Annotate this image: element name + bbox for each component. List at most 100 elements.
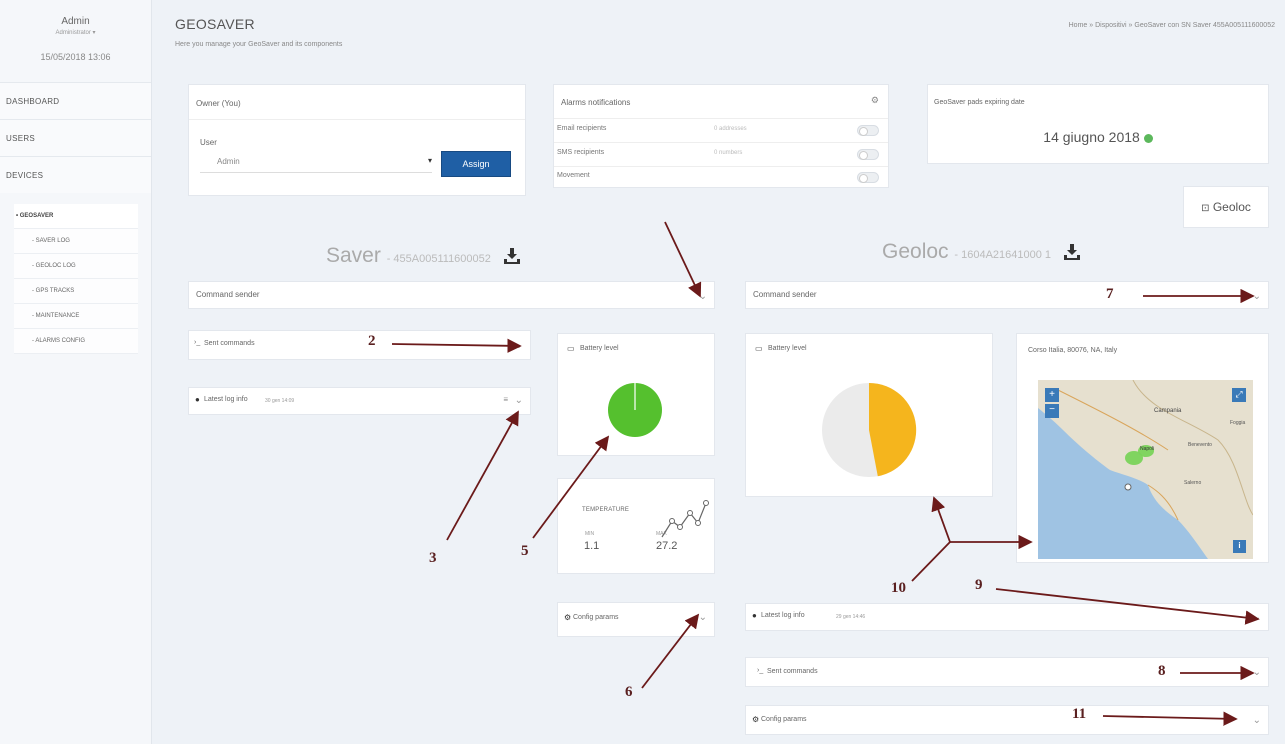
alarm-row-label: SMS recipients bbox=[557, 149, 605, 156]
list-icon[interactable]: ≡ bbox=[503, 395, 508, 404]
breadcrumb[interactable]: Home » Dispositivi » GeoSaver con SN Sav… bbox=[1069, 22, 1275, 29]
geoloc-name: Geoloc bbox=[882, 240, 949, 263]
nav-saver-log[interactable]: - SAVER LOG bbox=[14, 229, 138, 254]
user-block: Admin Administrator ▾ 15/05/2018 13:06 bbox=[0, 0, 151, 82]
user-label: User bbox=[200, 138, 217, 147]
current-date: 15/05/2018 13:06 bbox=[40, 52, 111, 62]
geoloc-latest-log[interactable]: ● Latest log info 29 gen 14:46 ⌄ bbox=[745, 603, 1269, 631]
saver-title: Saver - 455A005111600052 bbox=[326, 244, 521, 268]
annotation-label: 7 bbox=[1106, 286, 1114, 302]
chevron-down-icon[interactable]: ⌄ bbox=[1253, 612, 1261, 623]
config-params-label: Config params bbox=[761, 716, 807, 723]
zoom-out-button[interactable]: − bbox=[1045, 404, 1059, 418]
user-role: Administrator bbox=[55, 30, 91, 36]
saver-temperature-panel: TEMPERATURE MIN 1.1 MAX 27.2 bbox=[557, 478, 715, 574]
page-subtitle: Here you manage your GeoSaver and its co… bbox=[175, 41, 343, 48]
chevron-down-icon[interactable]: ⌄ bbox=[1253, 667, 1261, 678]
alarms-panel: Alarms notifications ⚙ Email recipients … bbox=[553, 84, 889, 188]
movement-toggle[interactable] bbox=[857, 172, 879, 183]
user-select[interactable]: Admin ▾ bbox=[200, 153, 432, 173]
sent-commands-label: Sent commands bbox=[204, 340, 255, 347]
nav-dashboard[interactable]: DASHBOARD bbox=[0, 82, 151, 119]
geoloc-serial: - 1604A21641000 1 bbox=[954, 249, 1052, 261]
battery-icon: ▭ bbox=[755, 344, 763, 353]
expiry-date: 14 giugno 2018 bbox=[928, 129, 1268, 145]
temp-min-value: 1.1 bbox=[584, 540, 600, 552]
temp-min-label: MIN bbox=[585, 531, 595, 537]
annotation-label: 11 bbox=[1072, 706, 1087, 722]
download-icon[interactable] bbox=[503, 247, 521, 265]
annotation-label: 3 bbox=[429, 550, 437, 566]
saver-serial: - 455A005111600052 bbox=[386, 253, 491, 265]
map-view[interactable]: Campania Benevento Foggia Napoli Salerno… bbox=[1038, 380, 1253, 559]
saver-battery-pie bbox=[608, 383, 662, 437]
geoloc-config-params[interactable]: ⚙ Config params ⌄ bbox=[745, 705, 1269, 735]
expiry-panel-title: GeoSaver pads expiring date bbox=[934, 99, 1025, 106]
annotation-label: 6 bbox=[625, 684, 633, 700]
sms-toggle[interactable] bbox=[857, 149, 879, 160]
chevron-down-icon[interactable]: ⌄ bbox=[1253, 715, 1261, 726]
expiry-date-text: 14 giugno 2018 bbox=[1043, 129, 1140, 145]
latest-log-label: Latest log info bbox=[761, 612, 805, 619]
command-sender-label: Command sender bbox=[196, 290, 260, 299]
geoloc-button-label: Geoloc bbox=[1212, 200, 1251, 214]
owner-panel-title: Owner (You) bbox=[196, 99, 241, 108]
map-terrain bbox=[1038, 380, 1253, 559]
download-icon[interactable] bbox=[1063, 243, 1081, 261]
saver-latest-log[interactable]: ● Latest log info 30 gen 14:09 ≡ ⌄ bbox=[188, 387, 531, 415]
geoloc-map-panel: Corso Italia, 80076, NA, Italy Campania … bbox=[1016, 333, 1269, 563]
chevron-down-icon[interactable]: ⌄ bbox=[1253, 291, 1261, 302]
map-label: Salerno bbox=[1184, 480, 1202, 486]
chevron-down-icon[interactable]: ⌄ bbox=[699, 291, 707, 302]
alarm-row-value: 0 numbers bbox=[714, 150, 743, 156]
chevron-down-icon[interactable]: ⌄ bbox=[515, 395, 523, 406]
assign-label: Assign bbox=[462, 159, 490, 169]
saver-config-params[interactable]: ⚙ Config params ⌄ bbox=[557, 602, 715, 637]
map-label: Napoli bbox=[1140, 446, 1155, 452]
annotation-label: 9 bbox=[975, 577, 983, 593]
map-label: Benevento bbox=[1188, 442, 1212, 448]
email-toggle[interactable] bbox=[857, 125, 879, 136]
saver-command-sender[interactable]: Command sender ⌄ bbox=[188, 281, 715, 309]
user-role-dropdown[interactable]: Administrator ▾ bbox=[0, 29, 151, 36]
geoloc-sent-commands[interactable]: ›_ Sent commands ⌄ bbox=[745, 657, 1269, 687]
user-name[interactable]: Admin bbox=[0, 16, 151, 27]
map-info-button[interactable]: i bbox=[1233, 540, 1246, 553]
map-label: Foggia bbox=[1230, 420, 1246, 426]
chevron-down-icon[interactable]: ⌄ bbox=[515, 340, 523, 351]
annotation-label: 10 bbox=[891, 580, 906, 596]
fullscreen-button[interactable]: ⤢ bbox=[1232, 388, 1246, 402]
status-dot-icon bbox=[1143, 133, 1153, 143]
user-select-value: Admin bbox=[217, 157, 240, 166]
gear-icon[interactable]: ⚙ bbox=[871, 95, 879, 106]
chevron-down-icon[interactable]: ⌄ bbox=[699, 612, 707, 623]
annotation-label: 2 bbox=[368, 333, 376, 349]
battery-icon: ▭ bbox=[567, 344, 575, 353]
expiry-panel: GeoSaver pads expiring date 14 giugno 20… bbox=[927, 84, 1269, 164]
temperature-title: TEMPERATURE bbox=[582, 507, 630, 513]
map-label: Campania bbox=[1154, 408, 1182, 414]
geoloc-button[interactable]: ⊡ Geoloc bbox=[1183, 186, 1269, 228]
nav-geosaver[interactable]: • GEOSAVER bbox=[14, 204, 138, 229]
zoom-in-button[interactable]: + bbox=[1045, 388, 1059, 402]
config-params-label: Config params bbox=[573, 614, 619, 621]
alarm-row-email: Email recipients 0 addresses bbox=[554, 118, 888, 142]
alarm-row-value: 0 addresses bbox=[714, 126, 747, 132]
nav-maintenance[interactable]: - MAINTENANCE bbox=[14, 304, 138, 329]
nav-alarms-config[interactable]: - ALARMS CONFIG bbox=[14, 329, 138, 354]
temperature-sparkline bbox=[661, 500, 709, 538]
latest-log-label: Latest log info bbox=[204, 396, 248, 403]
alarms-panel-title: Alarms notifications bbox=[561, 98, 631, 107]
nav-gps-tracks[interactable]: - GPS TRACKS bbox=[14, 279, 138, 304]
assign-button[interactable]: Assign bbox=[441, 151, 511, 177]
sent-commands-label: Sent commands bbox=[767, 668, 818, 675]
info-icon: ● bbox=[195, 395, 200, 404]
nav-devices[interactable]: DEVICES bbox=[0, 156, 151, 193]
nav-users[interactable]: USERS bbox=[0, 119, 151, 156]
nav-geoloc-log[interactable]: - GEOLOC LOG bbox=[14, 254, 138, 279]
latest-log-date: 29 gen 14:46 bbox=[836, 614, 866, 620]
info-icon: ● bbox=[752, 611, 757, 620]
saver-sent-commands[interactable]: ›_ Sent commands ⌄ bbox=[188, 330, 531, 360]
geoloc-title: Geoloc - 1604A21641000 1 bbox=[882, 240, 1081, 264]
geoloc-command-sender[interactable]: Command sender ⌄ bbox=[745, 281, 1269, 309]
